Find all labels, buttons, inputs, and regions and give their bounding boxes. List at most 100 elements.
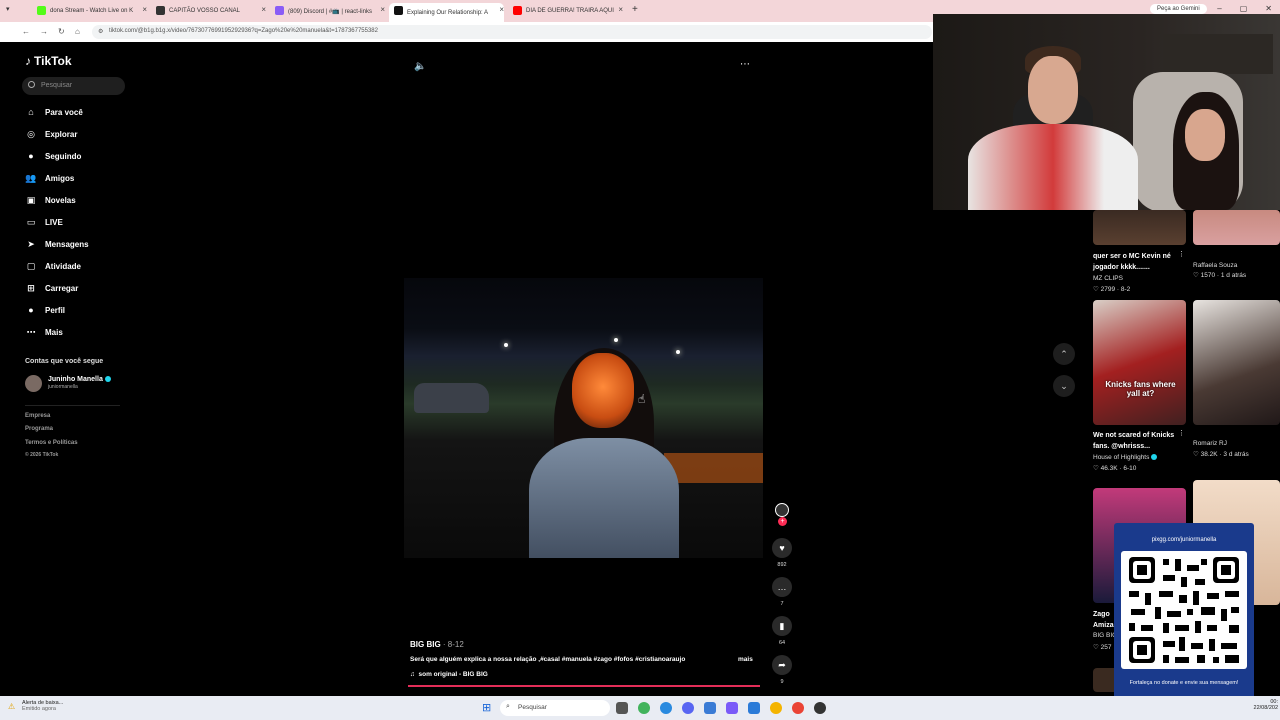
discord-icon[interactable]: [682, 702, 694, 714]
heart-action[interactable]: ♥ 892: [772, 538, 792, 568]
rec-user[interactable]: MZ CLIPS: [1093, 275, 1123, 282]
messages-icon: ➤: [27, 238, 35, 249]
next-video-button[interactable]: ⌄: [1053, 375, 1075, 397]
share-action[interactable]: ➦ 9: [772, 655, 792, 685]
tiktok-logo[interactable]: ♪ TikTok: [25, 54, 72, 68]
edge-icon[interactable]: [660, 702, 672, 714]
search-input[interactable]: Pesquisar: [22, 77, 125, 95]
browser-tab[interactable]: (809) Discord | #📺 | react-links ×: [270, 3, 385, 19]
street-lamp: [614, 338, 618, 342]
minimize-icon[interactable]: –: [1217, 4, 1221, 13]
sidebar-item-label: Atividade: [45, 261, 82, 271]
app-icon[interactable]: [726, 702, 738, 714]
more-options-icon[interactable]: ⋯: [740, 59, 750, 70]
rec-user[interactable]: BIG BIG: [1093, 632, 1115, 639]
caption-more-button[interactable]: mais: [738, 656, 753, 663]
sidebar-item-mais[interactable]: ⋯ Mais: [25, 324, 63, 340]
close-icon[interactable]: ×: [380, 5, 385, 14]
footer-link-termos[interactable]: Termos e Políticas: [25, 440, 78, 446]
new-tab-button[interactable]: +: [632, 4, 638, 15]
sidebar-item-label: Amigos: [45, 173, 75, 183]
sidebar-item-seguindo[interactable]: ● Seguindo: [25, 148, 81, 164]
comment-action[interactable]: … 7: [772, 577, 792, 607]
address-bar[interactable]: ⚙ tiktok.com/@b1g.b1g.x/video/7673077699…: [92, 25, 932, 39]
video-thumbnail[interactable]: [1193, 300, 1280, 425]
sidebar-item-live[interactable]: ▭ LIVE: [25, 214, 63, 230]
video-date: · 8-12: [442, 640, 464, 649]
bookmark-action[interactable]: ▮ 64: [772, 616, 792, 646]
sidebar-item-mensagens[interactable]: ➤ Mensagens: [25, 236, 88, 252]
person-body: [968, 124, 1138, 210]
sidebar-item-novelas[interactable]: ▣ Novelas: [25, 192, 76, 208]
music-note-icon: ♫: [410, 671, 415, 678]
heart-icon[interactable]: ♥: [772, 538, 792, 558]
follow-plus-icon[interactable]: +: [778, 517, 787, 526]
close-window-icon[interactable]: ✕: [1265, 4, 1272, 13]
volume-icon[interactable]: 🔈: [414, 61, 426, 72]
person-face: [1185, 109, 1225, 161]
forward-icon[interactable]: →: [40, 27, 48, 36]
app-icon[interactable]: [704, 702, 716, 714]
search-icon: [28, 81, 35, 88]
app-icon[interactable]: [638, 702, 650, 714]
mail-icon[interactable]: [748, 702, 760, 714]
video-thumbnail[interactable]: Knicks fans where yall at?: [1093, 300, 1186, 425]
tab-search-icon[interactable]: ▾: [6, 5, 10, 13]
sidebar-item-perfil[interactable]: ● Perfil: [25, 302, 65, 318]
app-icon[interactable]: [814, 702, 826, 714]
more-options-icon[interactable]: ⋮: [1178, 250, 1185, 258]
browser-tab-active[interactable]: Explaining Our Relationship: A ×: [389, 3, 504, 22]
rec-user[interactable]: Romariz RJ: [1193, 440, 1227, 447]
compass-icon: ◎: [27, 128, 35, 139]
rec-user[interactable]: House of Highlights: [1093, 454, 1158, 461]
sidebar-item-amigos[interactable]: 👥 Amigos: [25, 170, 74, 186]
close-icon[interactable]: ×: [142, 5, 147, 14]
notification-alert[interactable]: Alerta de baixa... Emitido agora: [22, 700, 63, 712]
previous-video-button[interactable]: ⌃: [1053, 343, 1075, 365]
reload-icon[interactable]: ↻: [58, 27, 65, 36]
task-view-icon[interactable]: [616, 702, 628, 714]
browser-tab[interactable]: CAPITÃO VOSSO CANAL ×: [151, 3, 266, 19]
close-icon[interactable]: ×: [618, 5, 623, 14]
close-icon[interactable]: ×: [261, 5, 266, 14]
video-progress-bar[interactable]: [408, 685, 760, 687]
window-controls: – ▢ ✕: [1217, 4, 1272, 13]
windows-start-icon[interactable]: ⊞: [482, 701, 491, 714]
sidebar-item-atividade[interactable]: ▢ Atividade: [25, 258, 81, 274]
video-thumbnail[interactable]: [1193, 210, 1280, 245]
rec-user[interactable]: Raffaela Souza: [1193, 262, 1237, 269]
video-thumbnail[interactable]: [1093, 210, 1186, 245]
chrome-icon[interactable]: [770, 702, 782, 714]
back-icon[interactable]: ←: [22, 27, 30, 36]
gemini-button[interactable]: Peça ao Gemini: [1150, 4, 1207, 14]
video-sound[interactable]: ♫ som original - BIG BIG: [410, 671, 488, 678]
taskbar-clock[interactable]: 00: 22/08/202: [1254, 699, 1278, 711]
activity-icon: ▢: [26, 260, 36, 271]
footer-link-empresa[interactable]: Empresa: [25, 413, 50, 419]
share-icon[interactable]: ➦: [772, 655, 792, 675]
comment-icon[interactable]: …: [772, 577, 792, 597]
maximize-icon[interactable]: ▢: [1240, 4, 1248, 13]
bookmark-icon[interactable]: ▮: [772, 616, 792, 636]
more-options-icon[interactable]: ⋮: [1178, 429, 1185, 437]
action-count: 9: [780, 679, 784, 685]
video-player[interactable]: [404, 278, 763, 558]
close-icon[interactable]: ×: [499, 5, 504, 14]
avatar: [25, 375, 42, 392]
browser-tab[interactable]: dona Stream - Watch Live on K ×: [32, 3, 147, 19]
thumbnail-overlay-text: Knicks fans where yall at?: [1105, 380, 1176, 398]
rec-title[interactable]: We not scared of Knicks fans. @whrisss..…: [1093, 430, 1183, 452]
chrome-icon[interactable]: [792, 702, 804, 714]
taskbar-search[interactable]: ⌕ Pesquisar: [500, 700, 610, 716]
home-icon[interactable]: ⌂: [75, 27, 80, 36]
footer-link-programa[interactable]: Programa: [25, 426, 53, 432]
creator-avatar[interactable]: [775, 503, 789, 517]
browser-tab[interactable]: DIA DE GUERRA! TRAIRA AQUI ×: [508, 3, 623, 19]
sidebar-item-para-voc-[interactable]: ⌂ Para você: [25, 104, 83, 120]
sidebar-item-explorar[interactable]: ◎ Explorar: [25, 126, 77, 142]
sidebar-item-carregar[interactable]: ⊞ Carregar: [25, 280, 78, 296]
site-info-icon[interactable]: ⚙: [98, 28, 103, 35]
video-author[interactable]: BIG BIG · 8-12: [410, 640, 464, 649]
rec-title[interactable]: quer ser o MC Kevin né jogador kkkk.....…: [1093, 251, 1183, 273]
youtube-icon: [513, 6, 522, 15]
